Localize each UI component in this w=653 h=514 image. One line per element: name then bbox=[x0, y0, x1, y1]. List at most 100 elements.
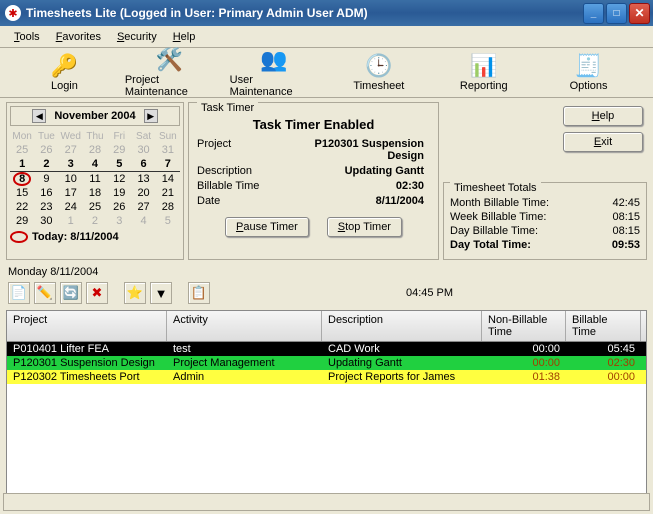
cal-day[interactable]: 29 bbox=[10, 214, 34, 228]
cal-day[interactable]: 4 bbox=[83, 157, 107, 172]
exit-button[interactable]: Exit bbox=[563, 132, 643, 152]
pause-timer-button[interactable]: Pause Timer bbox=[225, 217, 309, 237]
cell: 01:38 bbox=[482, 370, 566, 384]
cal-day[interactable]: 1 bbox=[10, 157, 34, 172]
timesheet-totals-panel: Timesheet Totals Month Billable Time:42:… bbox=[443, 182, 647, 260]
col-description[interactable]: Description bbox=[322, 311, 482, 341]
help-button[interactable]: Help bbox=[563, 106, 643, 126]
clock-icon: 🕒 bbox=[365, 53, 393, 79]
cal-today[interactable]: Today: 8/11/2004 bbox=[10, 231, 180, 243]
cell: Project Reports for James bbox=[322, 370, 482, 384]
user-maintenance-button[interactable]: 👥User Maintenance bbox=[222, 51, 327, 94]
options-button[interactable]: 🧾Options bbox=[536, 51, 641, 94]
table-row[interactable]: P120301 Suspension DesignProject Managem… bbox=[7, 356, 646, 370]
cal-day[interactable]: 13 bbox=[131, 172, 155, 186]
cal-day[interactable]: 8 bbox=[10, 172, 34, 186]
cal-day-other[interactable]: 1 bbox=[59, 214, 83, 228]
cal-day[interactable]: 14 bbox=[156, 172, 180, 186]
chart-icon: 📊 bbox=[470, 53, 498, 79]
cal-day[interactable]: 16 bbox=[34, 186, 58, 200]
cal-day[interactable]: 5 bbox=[107, 157, 131, 172]
cal-day-other[interactable]: 31 bbox=[156, 143, 180, 157]
project-maintenance-button[interactable]: 🛠️Project Maintenance bbox=[117, 51, 222, 94]
maximize-button[interactable]: □ bbox=[606, 3, 627, 24]
table-row[interactable]: P120302 Timesheets PortAdminProject Repo… bbox=[7, 370, 646, 384]
cal-day[interactable]: 30 bbox=[34, 214, 58, 228]
tools-icon: 🛠️ bbox=[155, 47, 183, 73]
week-billable-label: Week Billable Time: bbox=[450, 211, 546, 223]
right-column: Help Exit Timesheet Totals Month Billabl… bbox=[443, 102, 647, 260]
day-header: Monday 8/11/2004 bbox=[0, 264, 653, 280]
menu-tools[interactable]: Tools bbox=[6, 29, 48, 45]
cal-day-other[interactable]: 26 bbox=[34, 143, 58, 157]
toolbar: 🔑Login 🛠️Project Maintenance 👥User Maint… bbox=[0, 48, 653, 98]
favorite-button[interactable]: ⭐ bbox=[124, 282, 146, 304]
cal-next-button[interactable]: ▶ bbox=[144, 109, 158, 123]
col-billable[interactable]: Billable Time bbox=[566, 311, 641, 341]
cal-day[interactable]: 25 bbox=[83, 200, 107, 214]
cal-day[interactable]: 2 bbox=[34, 157, 58, 172]
cal-day[interactable]: 24 bbox=[59, 200, 83, 214]
cal-day[interactable]: 26 bbox=[107, 200, 131, 214]
cal-day[interactable]: 11 bbox=[83, 172, 107, 186]
table-row[interactable]: P010401 Lifter FEAtestCAD Work00:0005:45 bbox=[7, 342, 646, 356]
menu-security[interactable]: Security bbox=[109, 29, 165, 45]
cal-day-other[interactable]: 29 bbox=[107, 143, 131, 157]
cal-day[interactable]: 10 bbox=[59, 172, 83, 186]
cal-day[interactable]: 12 bbox=[107, 172, 131, 186]
cal-day[interactable]: 15 bbox=[10, 186, 34, 200]
menu-help[interactable]: Help bbox=[165, 29, 204, 45]
timesheet-grid[interactable]: Project Activity Description Non-Billabl… bbox=[6, 310, 647, 502]
refresh-button[interactable]: 🔄 bbox=[60, 282, 82, 304]
cal-day[interactable]: 19 bbox=[107, 186, 131, 200]
iconbar: 📄 ✏️ 🔄 ✖ ⭐ ▼ 📋 04:45 PM bbox=[0, 280, 653, 306]
timesheet-button[interactable]: 🕒Timesheet bbox=[326, 51, 431, 94]
tt-project-value: P120301 Suspension Design bbox=[275, 138, 430, 162]
edit-entry-button[interactable]: ✏️ bbox=[34, 282, 56, 304]
cal-day[interactable]: 17 bbox=[59, 186, 83, 200]
day-billable-label: Day Billable Time: bbox=[450, 225, 538, 237]
close-button[interactable]: ✕ bbox=[629, 3, 650, 24]
cell: 05:45 bbox=[566, 342, 641, 356]
minimize-button[interactable]: _ bbox=[583, 3, 604, 24]
calendar: ◀ November 2004 ▶ MonTueWedThuFriSatSun2… bbox=[6, 102, 184, 260]
day-total-label: Day Total Time: bbox=[450, 239, 531, 251]
cal-day[interactable]: 9 bbox=[34, 172, 58, 186]
cal-day[interactable]: 27 bbox=[131, 200, 155, 214]
filter-button[interactable]: ▼ bbox=[150, 282, 172, 304]
cal-day[interactable]: 18 bbox=[83, 186, 107, 200]
report-button[interactable]: 📋 bbox=[188, 282, 210, 304]
login-button[interactable]: 🔑Login bbox=[12, 51, 117, 94]
cal-day[interactable]: 21 bbox=[156, 186, 180, 200]
cal-day[interactable]: 28 bbox=[156, 200, 180, 214]
cal-day-other[interactable]: 25 bbox=[10, 143, 34, 157]
delete-entry-button[interactable]: ✖ bbox=[86, 282, 108, 304]
cal-dow: Sun bbox=[156, 130, 180, 143]
cal-day-other[interactable]: 28 bbox=[83, 143, 107, 157]
cal-day[interactable]: 20 bbox=[131, 186, 155, 200]
cell: P120301 Suspension Design bbox=[7, 356, 167, 370]
cal-day[interactable]: 6 bbox=[131, 157, 155, 172]
reporting-button[interactable]: 📊Reporting bbox=[431, 51, 536, 94]
col-activity[interactable]: Activity bbox=[167, 311, 322, 341]
cell: Project Management bbox=[167, 356, 322, 370]
stop-timer-button[interactable]: Stop Timer bbox=[327, 217, 402, 237]
menu-favorites[interactable]: Favorites bbox=[48, 29, 109, 45]
cal-day[interactable]: 22 bbox=[10, 200, 34, 214]
cal-day-other[interactable]: 4 bbox=[131, 214, 155, 228]
cal-day[interactable]: 3 bbox=[59, 157, 83, 172]
cal-day[interactable]: 7 bbox=[156, 157, 180, 172]
pencil-icon: ✏️ bbox=[37, 285, 53, 301]
col-nonbillable[interactable]: Non-Billable Time bbox=[482, 311, 566, 341]
cal-day[interactable]: 23 bbox=[34, 200, 58, 214]
tt-date-label: Date bbox=[197, 195, 275, 207]
cal-day-other[interactable]: 5 bbox=[156, 214, 180, 228]
new-entry-button[interactable]: 📄 bbox=[8, 282, 30, 304]
tt-date-value: 8/11/2004 bbox=[275, 195, 430, 207]
cal-day-other[interactable]: 27 bbox=[59, 143, 83, 157]
col-project[interactable]: Project bbox=[7, 311, 167, 341]
cal-day-other[interactable]: 2 bbox=[83, 214, 107, 228]
cal-prev-button[interactable]: ◀ bbox=[32, 109, 46, 123]
cal-day-other[interactable]: 3 bbox=[107, 214, 131, 228]
cal-day-other[interactable]: 30 bbox=[131, 143, 155, 157]
